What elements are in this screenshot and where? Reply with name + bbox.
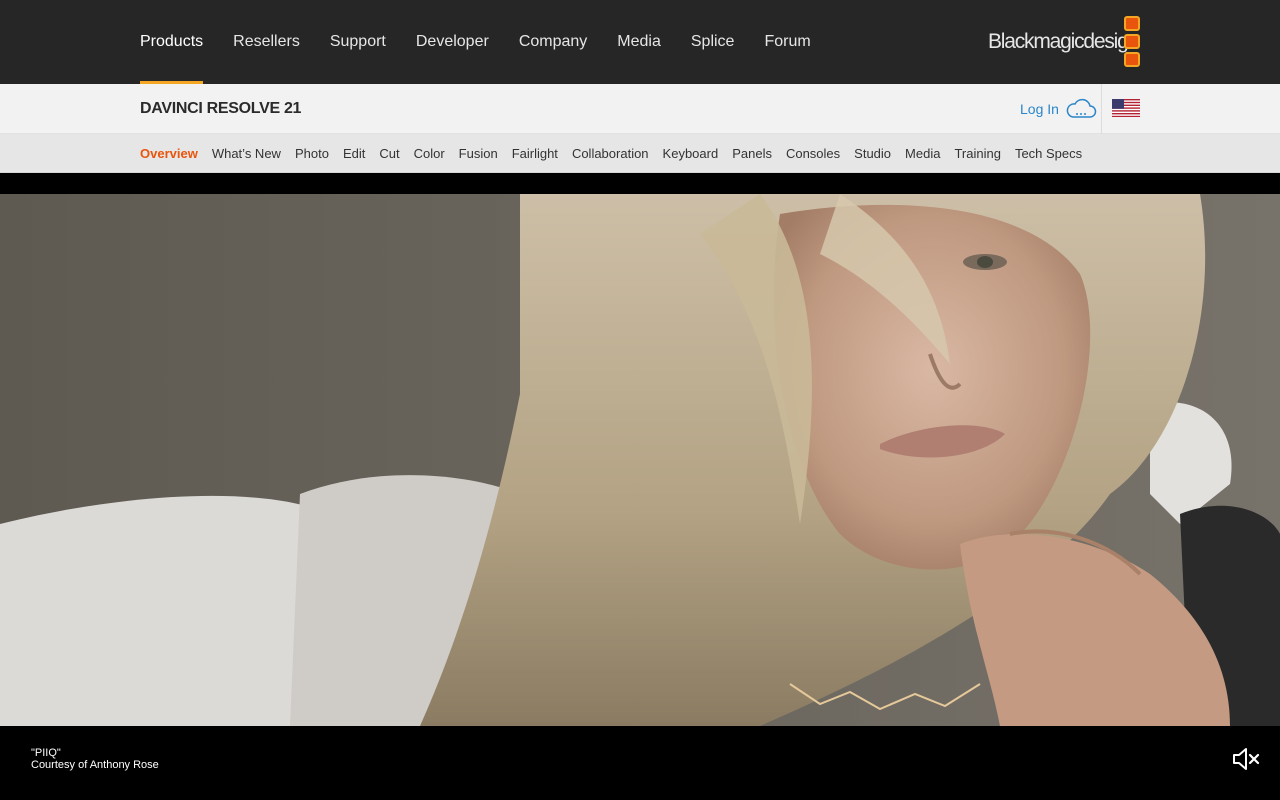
subnav-item-consoles[interactable]: Consoles xyxy=(786,146,840,161)
logo-square-icon xyxy=(1124,16,1140,31)
video-caption: "PIIQ" Courtesy of Anthony Rose xyxy=(31,747,159,771)
hero-video-frame xyxy=(0,194,1280,726)
blackmagic-logo[interactable]: Blackmagicdesign xyxy=(988,16,1140,68)
subnav-item-training[interactable]: Training xyxy=(954,146,1000,161)
subnav-item-color[interactable]: Color xyxy=(414,146,445,161)
subnav-item-edit[interactable]: Edit xyxy=(343,146,365,161)
nav-item-media[interactable]: Media xyxy=(617,0,661,84)
product-subnav: Overview What’s New Photo Edit Cut Color… xyxy=(0,134,1280,173)
subnav-item-fairlight[interactable]: Fairlight xyxy=(512,146,558,161)
subnav-item-media[interactable]: Media xyxy=(905,146,940,161)
hero-video[interactable]: "PIIQ" Courtesy of Anthony Rose xyxy=(0,173,1280,800)
nav-item-developer[interactable]: Developer xyxy=(416,0,489,84)
product-title: DAVINCI RESOLVE 21 xyxy=(140,100,302,117)
subnav-item-tech-specs[interactable]: Tech Specs xyxy=(1015,146,1082,161)
subnav-item-panels[interactable]: Panels xyxy=(732,146,772,161)
caption-title: "PIIQ" xyxy=(31,747,61,759)
nav-item-company[interactable]: Company xyxy=(519,0,587,84)
nav-item-resellers[interactable]: Resellers xyxy=(233,0,300,84)
subnav-item-whats-new[interactable]: What’s New xyxy=(212,146,281,161)
logo-wordmark: Blackmagicdesign xyxy=(988,30,1139,53)
subnav-item-overview[interactable]: Overview xyxy=(140,146,198,161)
product-bar: DAVINCI RESOLVE 21 Log In xyxy=(0,84,1280,134)
subnav-item-keyboard[interactable]: Keyboard xyxy=(663,146,719,161)
cloud-icon xyxy=(1066,98,1097,118)
nav-item-splice[interactable]: Splice xyxy=(691,0,735,84)
nav-item-forum[interactable]: Forum xyxy=(764,0,810,84)
us-flag-icon[interactable] xyxy=(1112,99,1140,117)
subnav-item-studio[interactable]: Studio xyxy=(854,146,891,161)
subnav-item-collaboration[interactable]: Collaboration xyxy=(572,146,649,161)
login-label: Log In xyxy=(1020,101,1059,117)
subnav-item-fusion[interactable]: Fusion xyxy=(459,146,498,161)
login-button[interactable]: Log In xyxy=(1020,96,1097,122)
speaker-muted-icon[interactable] xyxy=(1232,747,1260,771)
product-bar-divider xyxy=(1101,84,1102,134)
logo-square-icon xyxy=(1124,34,1140,49)
global-nav-links: Products Resellers Support Developer Com… xyxy=(140,0,841,84)
subnav-item-photo[interactable]: Photo xyxy=(295,146,329,161)
subnav-item-cut[interactable]: Cut xyxy=(379,146,399,161)
caption-credit: Courtesy of Anthony Rose xyxy=(31,759,159,771)
nav-item-products[interactable]: Products xyxy=(140,0,204,84)
global-nav: Products Resellers Support Developer Com… xyxy=(0,0,1280,84)
nav-item-support[interactable]: Support xyxy=(330,0,386,84)
subnav-items: Overview What’s New Photo Edit Cut Color… xyxy=(140,134,1096,173)
logo-square-icon xyxy=(1124,52,1140,67)
